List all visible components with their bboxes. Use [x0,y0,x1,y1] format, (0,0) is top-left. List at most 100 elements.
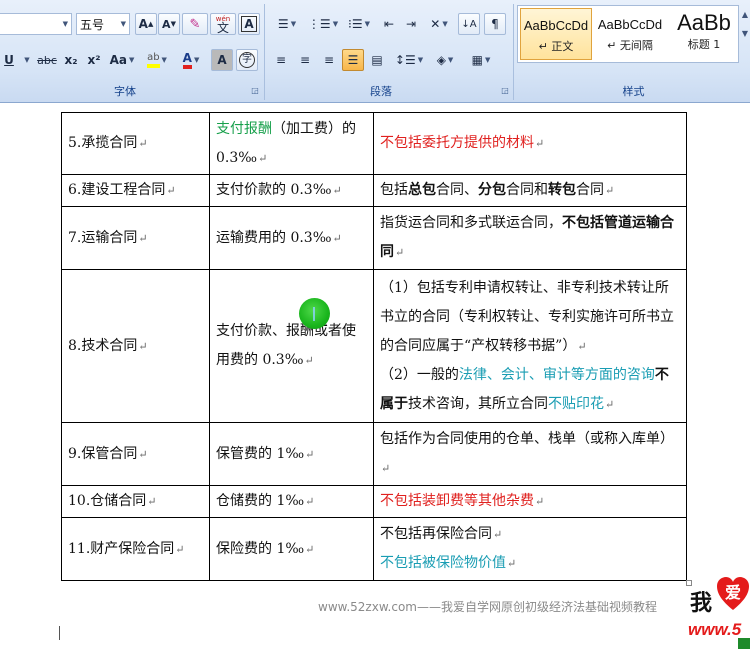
paragraph-mark-icon: ↵ [577,339,587,353]
logo-accent [738,638,750,649]
remark-paragraph: 不包括再保险合同↵ [380,520,680,549]
contract-type-cell[interactable]: 10.仓储合同↵ [61,485,210,518]
remark-cell[interactable]: 指货运合同和多式联运合同，不包括管道运输合同↵ [373,206,687,270]
char-border-button[interactable]: A [238,13,260,35]
align-center-button[interactable]: ≡ [294,49,316,71]
font-color-button[interactable]: A ▼ [175,49,207,71]
highlight-button[interactable]: ab ▼ [140,49,174,71]
contract-type: 8.技术合同 [68,337,138,354]
chevron-up-icon[interactable]: ▲ [740,5,750,24]
superscript-button[interactable]: x² [83,49,105,71]
chevron-down-icon[interactable]: ▼ [63,20,68,28]
tax-rate-cell[interactable]: 仓储费的 1‰↵ [209,485,374,518]
tax-rate-cell[interactable]: 保管费的 1‰↵ [209,422,374,486]
paragraph-mark-icon: ↵ [304,354,314,367]
chevron-down-icon[interactable]: ▼ [740,24,750,43]
underline-button[interactable]: U [0,49,20,71]
change-case-button[interactable]: Aa ▼ [107,49,137,71]
table-row: 11.财产保险合同↵ 保险费的 1‰↵ 不包括再保险合同↵ 不包括被保险物价值↵ [61,517,687,581]
remark-cell[interactable]: （1）包括专利申请权转让、非专利技术转让所书立的合同（专利权转让、专利实施许可所… [373,269,687,423]
underline-dropdown[interactable]: ▼ [20,49,32,71]
shrink-font-button[interactable]: A ▼ [158,13,180,35]
remark-cell[interactable]: 不包括装卸费等其他杂费↵ [373,485,687,518]
text-run: 总包 [408,182,436,198]
phonetic-char: 文 [216,21,229,35]
style-heading-1[interactable]: AaBb 标题 1 [668,8,740,60]
chevron-down-icon: ▼ [193,56,200,64]
remark-paragraph: （2）一般的法律、会计、审计等方面的咨询不属于技术咨询，其所立合同不贴印花↵ [380,361,680,419]
font-dialog-launcher-icon[interactable]: ◲ [250,86,260,96]
font-group-label: 字体 [114,85,136,98]
document-area[interactable]: 5.承揽合同↵ 支付报酬（加工费）的0.3‰↵ 不包括委托方提供的材料↵ 6.建设工程… [0,104,750,649]
style-name: 标题 1 [687,38,721,51]
grow-font-icon: A [138,17,148,31]
ribbon: ▼ 五号 ▼ A ▲ A ▼ ✎ wén 文 A U ▼ abc x₂ x² Aa ▼… [0,0,750,103]
remark-cell[interactable]: 包括作为合同使用的仓单、栈单（或称入库单） ↵ [373,422,687,486]
line-spacing-button[interactable]: ↕☰ ▼ [392,49,426,71]
tax-rate-cell[interactable]: 保险费的 1‰↵ [209,517,374,581]
chevron-down-icon[interactable]: ▼ [121,20,126,28]
multilevel-list-button[interactable]: ⁝☰ ▼ [342,13,376,35]
increase-indent-button[interactable]: ⇥ [400,13,422,35]
contract-type-cell[interactable]: 11.财产保险合同↵ [61,517,210,581]
numbering-icon: ⋮☰ [307,17,331,31]
style-no-spacing[interactable]: AaBbCcDd ↵ 无间隔 [594,8,666,60]
text-run: 不贴印花 [548,395,604,412]
grow-font-button[interactable]: A ▲ [135,13,157,35]
styles-scroll[interactable]: ▲ ▼ [740,5,750,63]
borders-button[interactable]: ▦ ▼ [464,49,498,71]
remark-cell[interactable]: 不包括委托方提供的材料↵ [373,112,687,175]
tax-rate-cell[interactable]: 支付价款、报酬或者使用费的 0.3‰↵ [209,269,374,423]
tax-rate-cell[interactable]: 支付价款的 0.3‰↵ [209,174,374,207]
chinese-layout-button[interactable]: ✕ ▼ [422,13,456,35]
paragraph-mark-icon: ↵ [332,231,342,245]
paragraph-mark-icon: ↵ [138,231,148,245]
text-run: 包括作为合同使用的仓单、栈单（或称入库单） [380,431,674,447]
sort-button[interactable]: ↓A [458,13,480,35]
distributed-button[interactable]: ▤ [366,49,388,71]
style-name: ↵ 无间隔 [607,39,653,52]
char-shading-button[interactable]: A [211,49,233,71]
paragraph-mark-icon: ↵ [138,339,148,353]
text-run: 法律、会计、审计等方面的咨询 [458,366,655,383]
show-marks-button[interactable]: ¶ [484,13,506,35]
style-sample: AaBb [677,10,731,35]
remark-paragraph: 不包括装卸费等其他杂费↵ [380,487,680,516]
strikethrough-button[interactable]: abc [34,49,60,71]
paragraph-dialog-launcher-icon[interactable]: ◲ [500,86,510,96]
font-name-box[interactable]: ▼ [0,13,72,35]
align-left-button[interactable]: ≡ [270,49,292,71]
decrease-indent-button[interactable]: ⇤ [378,13,400,35]
remark-cell[interactable]: 不包括再保险合同↵ 不包括被保险物价值↵ [373,517,687,581]
clear-format-button[interactable]: ✎ [182,13,208,35]
style-sample: AaBbCcDd [523,18,589,33]
contract-type-cell[interactable]: 7.运输合同↵ [61,206,210,270]
char-shading-icon: A [217,53,227,67]
align-right-button[interactable]: ≡ [318,49,340,71]
tax-rate-cell[interactable]: 支付报酬（加工费）的0.3‰↵ [209,112,374,175]
justify-button[interactable]: ☰ [342,49,364,71]
contract-type-cell[interactable]: 8.技术合同↵ [61,269,210,423]
phonetic-guide-button[interactable]: wén 文 [210,13,236,35]
contract-type-cell[interactable]: 9.保管合同↵ [61,422,210,486]
paragraph-mark-icon: ↵ [166,184,176,197]
bullets-button[interactable]: ☰ ▼ [270,13,304,35]
contract-type-cell[interactable]: 5.承揽合同↵ [61,112,210,175]
paragraph-mark-icon: ↵ [175,542,185,556]
superscript-icon: x² [87,53,101,67]
paragraph-mark-icon: ↵ [395,246,405,259]
contract-type-cell[interactable]: 6.建设工程合同↵ [61,174,210,207]
shading-button[interactable]: ◈ ▼ [428,49,462,71]
enclose-char-button[interactable]: 字 [236,49,258,71]
strikethrough-icon: abc [37,53,57,67]
subscript-button[interactable]: x₂ [60,49,82,71]
remark-cell[interactable]: 包括总包合同、分包合同和转包合同↵ [373,174,687,207]
font-size-box[interactable]: 五号 ▼ [76,13,130,35]
tax-rate-cell[interactable]: 运输费用的 0.3‰↵ [209,206,374,270]
stamp-duty-table: 5.承揽合同↵ 支付报酬（加工费）的0.3‰↵ 不包括委托方提供的材料↵ 6.建设工程… [61,112,687,581]
style-normal[interactable]: AaBbCcDd ↵ 正文 [520,8,592,60]
multilevel-list-icon: ⁝☰ [348,17,363,31]
group-divider [264,4,265,100]
numbering-button[interactable]: ⋮☰ ▼ [306,13,340,35]
contract-type: 11.财产保险合同 [68,540,175,557]
